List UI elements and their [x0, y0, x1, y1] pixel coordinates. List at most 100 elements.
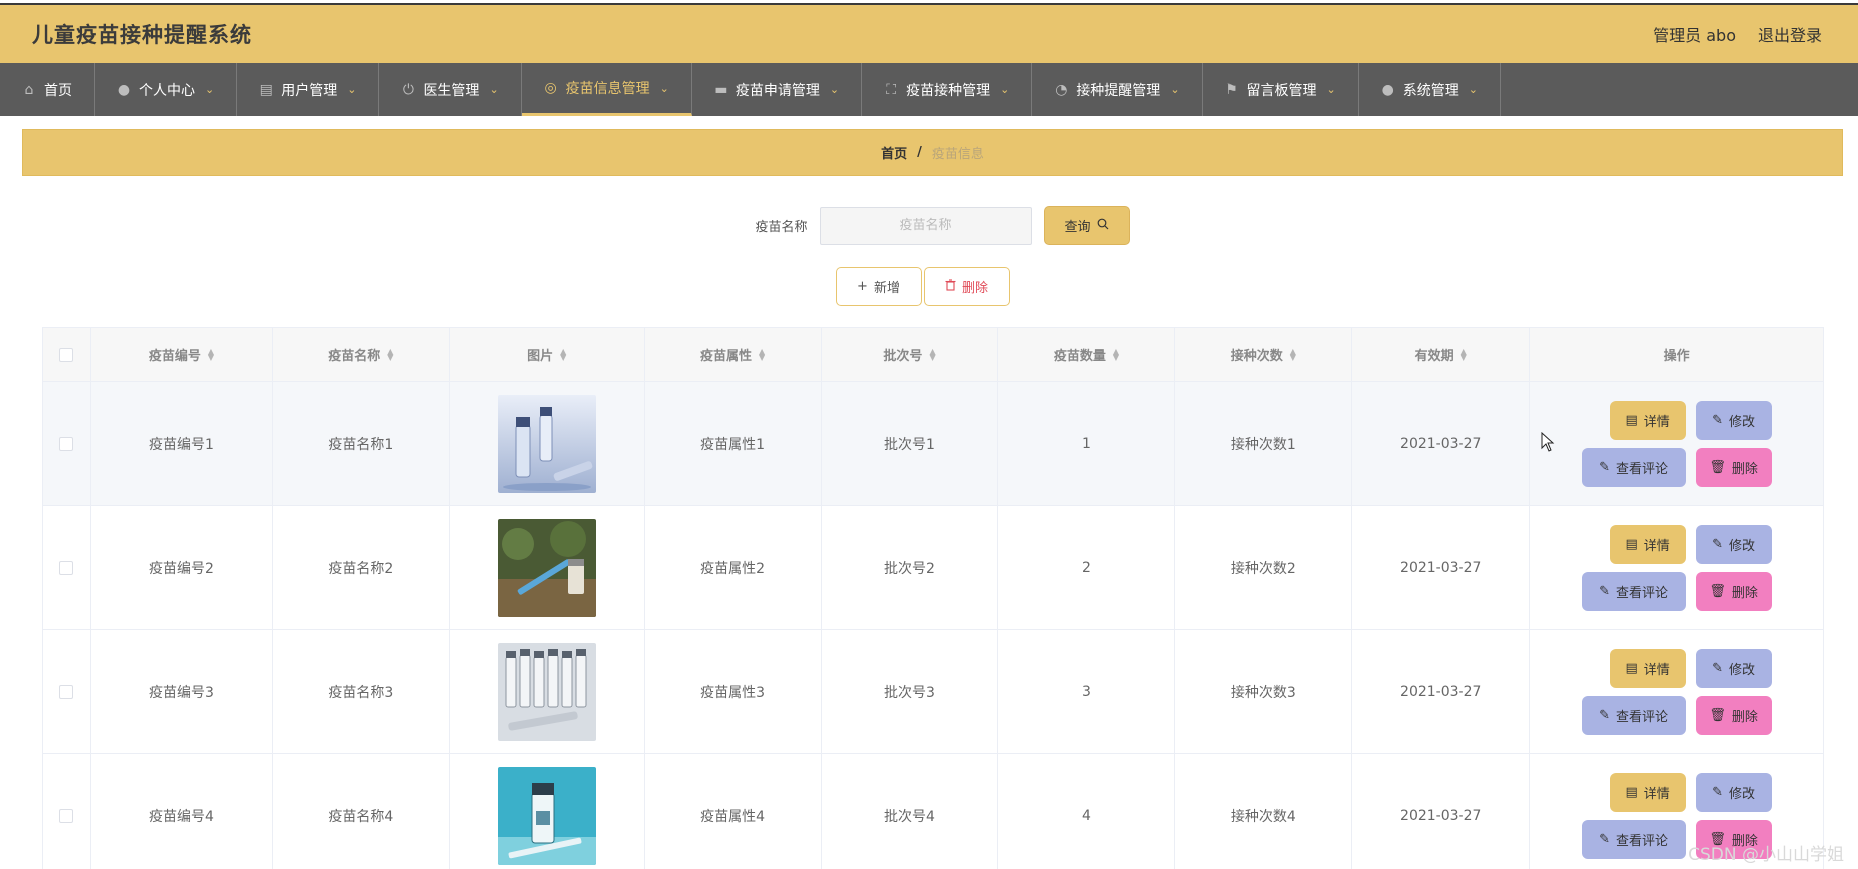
chevron-down-icon: ⌄ [489, 83, 499, 96]
view-comments-button[interactable]: ✎ 查看评论 [1581, 571, 1686, 611]
app-header: 儿童疫苗接种提醒系统 管理员 abo 退出登录 [0, 5, 1858, 63]
sort-icon[interactable]: ▲ ▼ [208, 347, 214, 361]
search-input[interactable] [819, 206, 1032, 245]
nav-item[interactable]: ◎ 疫苗信息管理 ⌄ [521, 63, 692, 116]
cell-text: 批次号4 [884, 808, 935, 825]
vaccine-table: 疫苗编号 ▲ ▼ 疫苗名称 ▲ ▼ 图片 ▲ ▼ 疫苗属性 ▲ ▼ 批次号 ▲ ▼ 疫苗数量 ▲ ▼ 接… [42, 327, 1825, 869]
detail-button[interactable]: ▤ 详情 [1609, 400, 1686, 440]
cell-attr: 疫苗属性3 [645, 630, 822, 753]
sort-icon[interactable]: ▲ ▼ [1290, 347, 1296, 361]
nav-item[interactable]: ▬ 疫苗申请管理 ⌄ [692, 63, 863, 116]
detail-button[interactable]: ▤ 详情 [1609, 648, 1686, 688]
column-header[interactable]: 接种次数 ▲ ▼ [1175, 328, 1353, 381]
row-checkbox-cell [43, 630, 91, 753]
row-checkbox[interactable] [59, 560, 74, 575]
delete-button[interactable]: 🗑 删除 [1695, 695, 1772, 735]
sort-icon[interactable]: ▲ ▼ [387, 347, 393, 361]
row-checkbox[interactable] [59, 436, 74, 451]
cell-code: 疫苗编号4 [91, 754, 273, 869]
table-header-row: 疫苗编号 ▲ ▼ 疫苗名称 ▲ ▼ 图片 ▲ ▼ 疫苗属性 ▲ ▼ 批次号 ▲ ▼ 疫苗数量 ▲ ▼ 接… [43, 328, 1825, 382]
cell-times: 接种次数1 [1175, 382, 1353, 505]
view-comments-button[interactable]: ✎ 查看评论 [1581, 819, 1686, 859]
nav-item[interactable]: ▤ 用户管理 ⌄ [237, 63, 380, 116]
cell-text: 批次号3 [884, 684, 935, 701]
header-user-area: 管理员 abo 退出登录 [1653, 22, 1822, 46]
column-header[interactable]: 疫苗编号 ▲ ▼ [91, 328, 273, 381]
cell-text: 接种次数4 [1230, 808, 1296, 825]
admin-user-label[interactable]: 管理员 abo [1653, 22, 1736, 46]
query-button[interactable]: 查询 [1043, 206, 1130, 245]
nav-item[interactable]: ⌂ 首页 [0, 63, 95, 116]
cell-code: 疫苗编号1 [91, 382, 273, 505]
column-header[interactable]: 疫苗名称 ▲ ▼ [273, 328, 450, 381]
column-header[interactable]: 批次号 ▲ ▼ [822, 328, 999, 381]
cell-text: 批次号1 [884, 436, 935, 453]
column-header[interactable]: 有效期 ▲ ▼ [1352, 328, 1531, 381]
cell-text: 疫苗属性1 [700, 436, 766, 453]
chevron-down-icon: ⌄ [1170, 83, 1180, 96]
row-actions-cell: ▤ 详情 ✎ 修改 ✎ 查看评论 🗑 删除 [1530, 506, 1825, 629]
column-header[interactable]: 疫苗数量 ▲ ▼ [998, 328, 1176, 381]
edit-button[interactable]: ✎ 修改 [1695, 772, 1772, 812]
vaccine-image-cell [450, 630, 645, 753]
chevron-down-icon: ⌄ [205, 83, 215, 96]
delete-button[interactable]: 🗑 删除 [1695, 571, 1772, 611]
add-button[interactable]: + 新增 [835, 267, 922, 306]
sort-icon[interactable]: ▲ ▼ [560, 347, 566, 361]
nav-item-label: 接种提醒管理 [1076, 82, 1161, 99]
cell-text: 2021-03-27 [1400, 683, 1482, 700]
nav-item[interactable]: ⛶ 疫苗接种管理 ⌄ [862, 63, 1033, 116]
pencil-icon: ✎ [1712, 660, 1724, 676]
detail-button[interactable]: ▤ 详情 [1609, 524, 1686, 564]
search-form: 疫苗名称 查询 [42, 206, 1843, 245]
nav-item[interactable]: ◔ 接种提醒管理 ⌄ [1032, 63, 1203, 116]
column-header[interactable]: 疫苗属性 ▲ ▼ [645, 328, 822, 381]
vaccine-thumbnail [497, 518, 596, 617]
sort-icon[interactable]: ▲ ▼ [1113, 347, 1119, 361]
nav-item-label: 疫苗接种管理 [906, 82, 991, 99]
column-header[interactable]: 图片 ▲ ▼ [450, 328, 645, 381]
cell-expiry: 2021-03-27 [1352, 506, 1531, 629]
edit-button[interactable]: ✎ 修改 [1695, 648, 1772, 688]
nav-item[interactable]: ● 系统管理 ⌄ [1359, 63, 1501, 116]
trash-icon: 🗑 [1709, 459, 1726, 475]
table-row[interactable]: 疫苗编号4 疫苗名称4 疫苗属性4 批次号4 4 接种次数4 2021-03-27 ▤ 详情 ✎ 修… [43, 754, 1825, 869]
table-row[interactable]: 疫苗编号1 疫苗名称1 疫苗属性1 批次号1 1 接种次数1 2021-03-27 ▤ 详情 ✎ 修… [43, 382, 1825, 506]
breadcrumb-home[interactable]: 首页 [881, 143, 907, 162]
cell-name: 疫苗名称1 [273, 382, 450, 505]
trash-icon: 🗑 [1709, 583, 1726, 599]
sort-icon[interactable]: ▲ ▼ [929, 347, 935, 361]
cell-qty: 3 [998, 630, 1176, 753]
edit-button[interactable]: ✎ 修改 [1695, 524, 1772, 564]
table-row[interactable]: 疫苗编号2 疫苗名称2 疫苗属性2 批次号2 2 接种次数2 2021-03-27 ▤ 详情 ✎ 修… [43, 506, 1825, 630]
logout-link[interactable]: 退出登录 [1758, 22, 1822, 46]
sort-icon[interactable]: ▲ ▼ [759, 347, 765, 361]
cell-qty: 1 [998, 382, 1176, 505]
table-row[interactable]: 疫苗编号3 疫苗名称3 疫苗属性3 批次号3 3 接种次数3 2021-03-27 ▤ 详情 ✎ 修… [43, 630, 1825, 754]
bulk-delete-button[interactable]: 删除 [923, 267, 1010, 306]
nav-item[interactable]: ⚑ 留言板管理 ⌄ [1203, 63, 1359, 116]
edit-button[interactable]: ✎ 修改 [1695, 400, 1772, 440]
row-checkbox[interactable] [59, 808, 74, 823]
cell-text: 疫苗属性3 [700, 684, 766, 701]
pencil-icon: ✎ [1599, 707, 1611, 723]
delete-button[interactable]: 🗑 删除 [1695, 447, 1772, 487]
nav-item[interactable]: ● 个人中心 ⌄ [95, 63, 238, 116]
mouse-cursor-icon [1541, 431, 1555, 457]
main-content: 首页 / 疫苗信息 疫苗名称 查询 + 新增 删除 疫苗编号▲▼ 疫苗名称▲ [22, 129, 1843, 869]
view-comments-button[interactable]: ✎ 查看评论 [1581, 695, 1686, 735]
select-all-checkbox[interactable] [59, 347, 74, 362]
sort-icon[interactable]: ▲ ▼ [1461, 347, 1467, 361]
top-nav: ⌂ 首页 ● 个人中心 ⌄ ▤ 用户管理 ⌄ ⏻ 医生管理 ⌄ ◎ 疫苗信息管理 ⌄ ▬ 疫苗申请管理 ⌄ ⛶ 疫苗… [0, 63, 1858, 116]
breadcrumb-current: 疫苗信息 [931, 147, 984, 162]
view-comments-button[interactable]: ✎ 查看评论 [1581, 447, 1686, 487]
gauge-icon: ◔ [1055, 81, 1068, 98]
column-header-actions: 操作 [1530, 328, 1825, 381]
vaccine-image-cell [450, 506, 645, 629]
nav-item[interactable]: ⏻ 医生管理 ⌄ [379, 63, 522, 116]
document-icon: ▤ [1625, 784, 1638, 800]
detail-button[interactable]: ▤ 详情 [1609, 772, 1686, 812]
row-checkbox[interactable] [59, 684, 74, 699]
watermark: CSDN @小山山学姐 [1688, 845, 1844, 865]
cell-name: 疫苗名称3 [273, 630, 450, 753]
